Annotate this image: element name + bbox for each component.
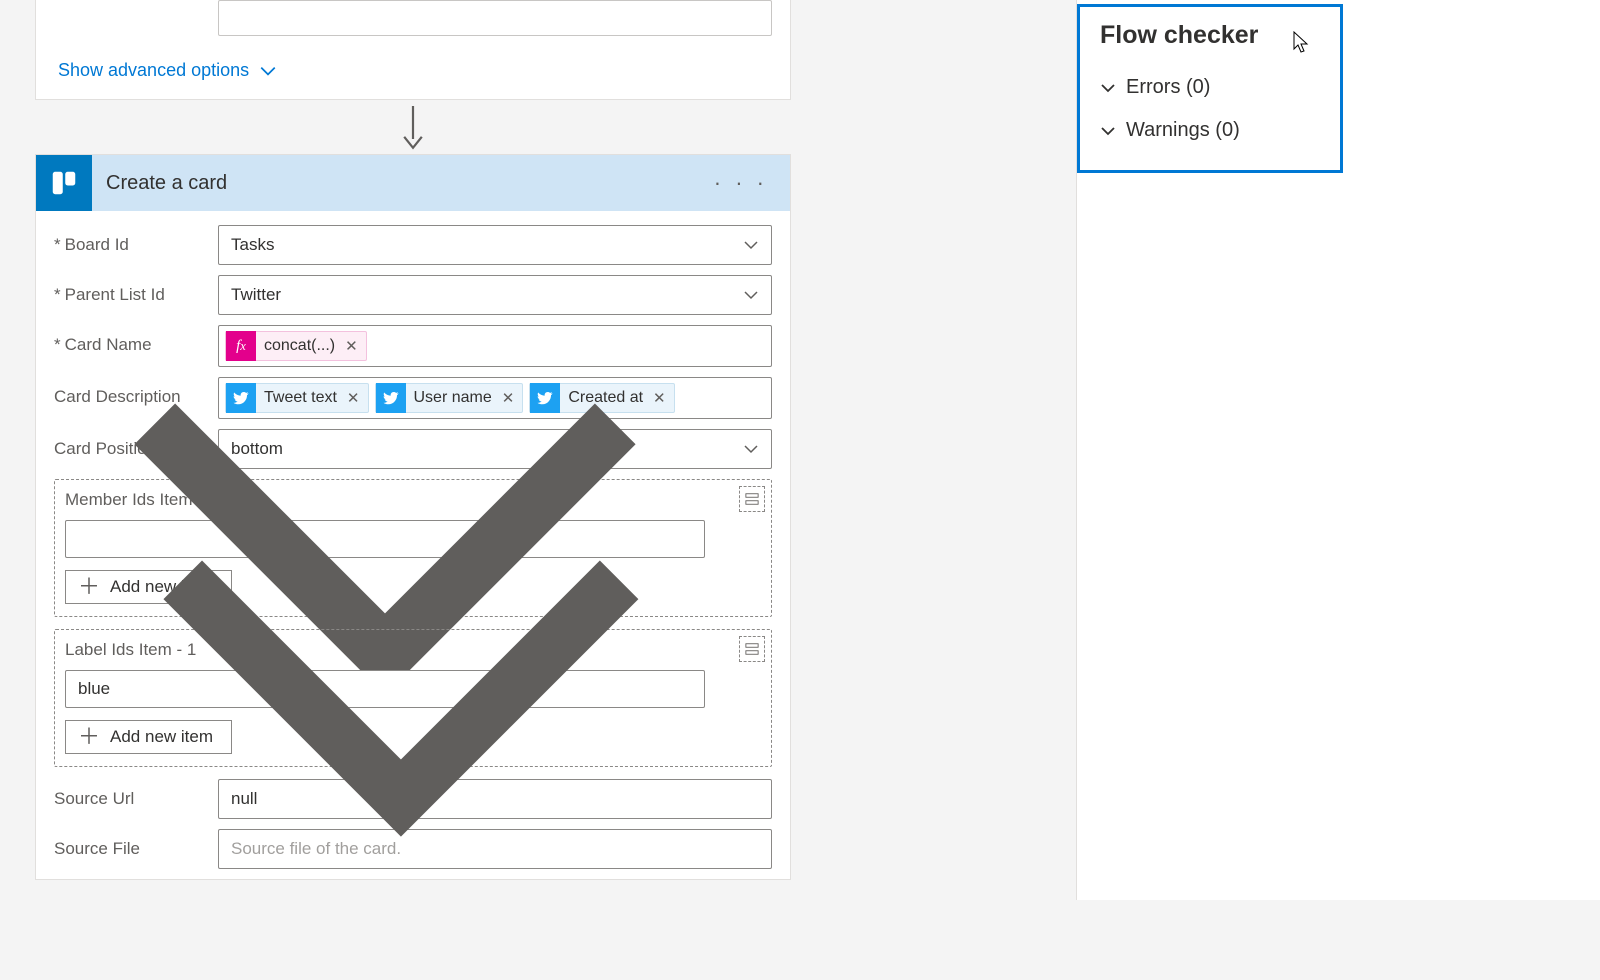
show-advanced-label: Show advanced options <box>58 60 249 81</box>
add-item-label: Add new item <box>110 727 213 747</box>
errors-label: Errors (0) <box>1126 76 1210 99</box>
connector-arrow <box>35 100 791 154</box>
chevron-down-icon <box>259 62 277 80</box>
chevron-down-icon <box>743 237 759 253</box>
right-panel: Flow checker Errors (0) Warnings (0) <box>1076 0 1600 900</box>
plus-icon: ＋ <box>78 576 100 598</box>
chevron-down-icon <box>743 441 759 457</box>
previous-field-input[interactable] <box>218 0 772 36</box>
add-label-item-button[interactable]: ＋ Add new item <box>65 720 232 754</box>
label-ids-select[interactable]: blue <box>65 670 705 708</box>
action-menu-icon[interactable]: · · · <box>708 170 774 196</box>
warnings-section[interactable]: Warnings (0) <box>1100 109 1324 152</box>
cursor-icon <box>1292 31 1310 55</box>
trello-icon <box>36 155 92 211</box>
label-ids-array: Label Ids Item - 1 blue ＋ Add new item <box>54 629 772 767</box>
show-advanced-toggle[interactable]: Show advanced options <box>36 46 790 99</box>
flow-checker-title: Flow checker <box>1100 21 1324 50</box>
chevron-down-icon <box>1100 123 1116 139</box>
chevron-down-icon <box>743 287 759 303</box>
warnings-label: Warnings (0) <box>1126 119 1240 142</box>
label-ids-value: blue <box>78 679 110 699</box>
previous-action-card: Show advanced options <box>35 0 791 100</box>
flow-canvas: Show advanced options Create a card · · … <box>35 0 791 880</box>
errors-section[interactable]: Errors (0) <box>1100 66 1324 109</box>
chevron-down-icon <box>110 398 692 980</box>
action-title: Create a card <box>106 172 708 195</box>
switch-array-mode-icon[interactable] <box>739 636 765 662</box>
switch-array-mode-icon[interactable] <box>739 486 765 512</box>
create-card-action: Create a card · · · *Board Id Tasks *Par… <box>35 154 791 880</box>
flow-checker-panel: Flow checker Errors (0) Warnings (0) <box>1077 4 1343 173</box>
chevron-down-icon <box>1100 80 1116 96</box>
action-header[interactable]: Create a card · · · <box>36 155 790 211</box>
plus-icon: ＋ <box>78 726 100 748</box>
